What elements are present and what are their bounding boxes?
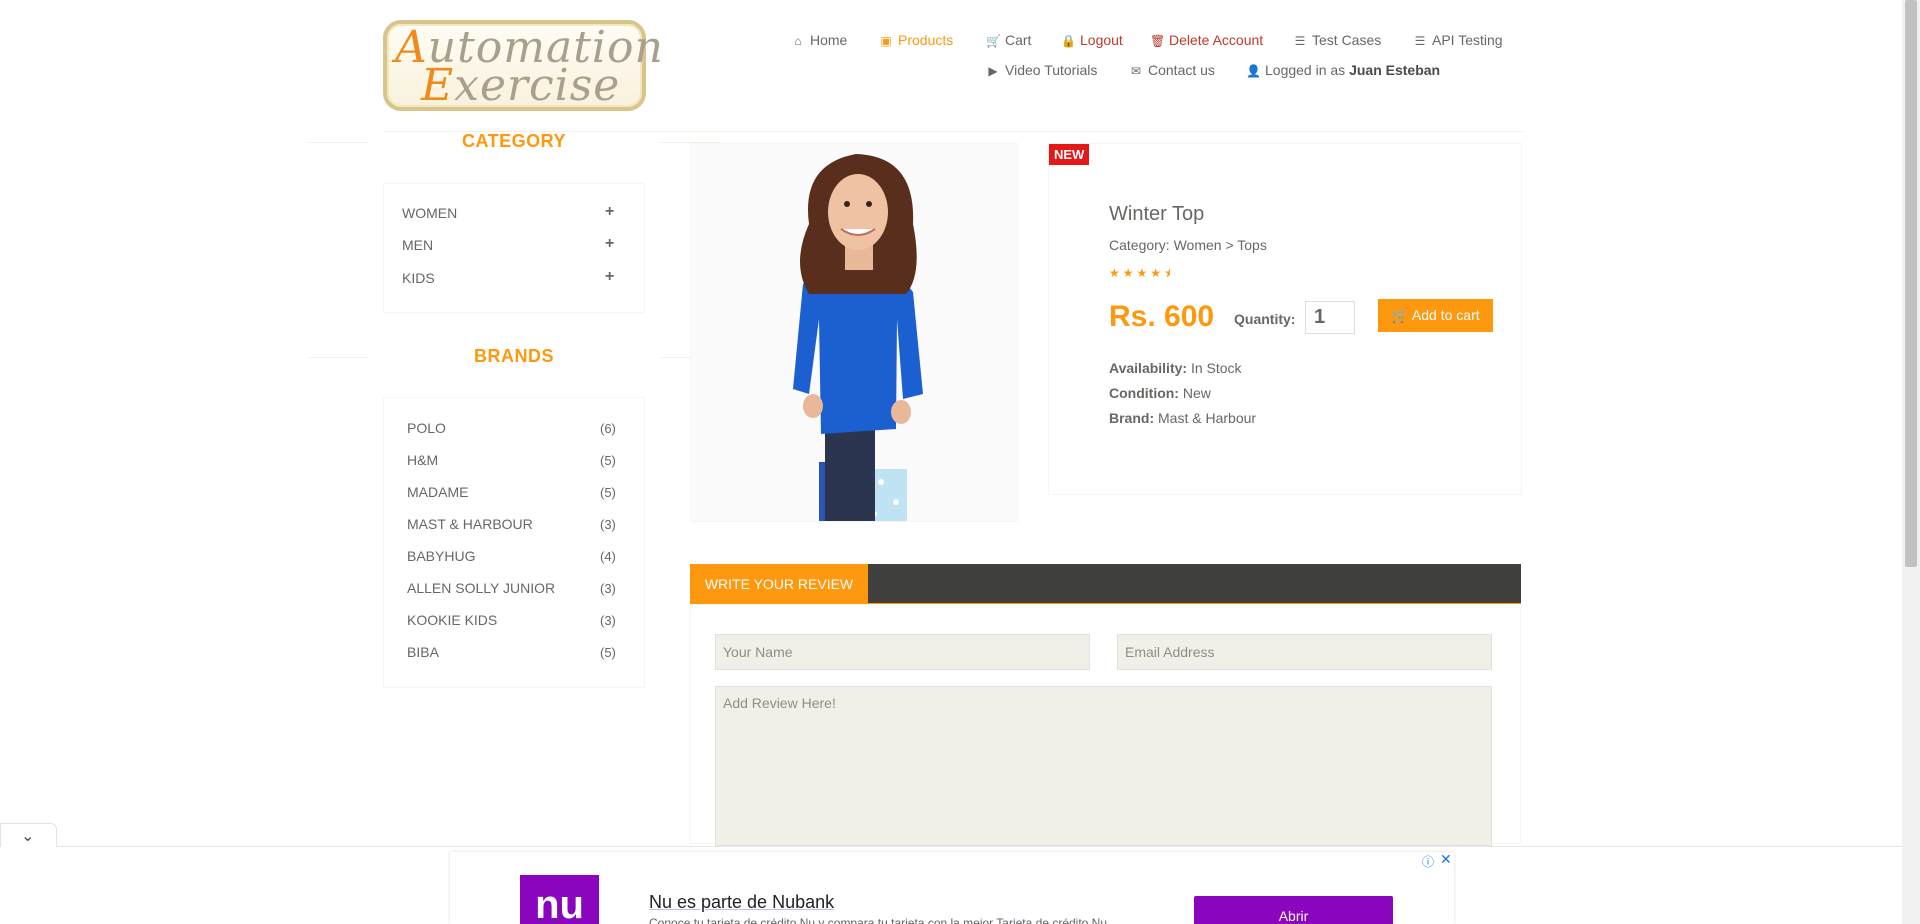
new-badge: NEW — [1049, 144, 1090, 165]
ad-frame[interactable]: nu Nu es parte de Nubank Conoce tu tarje… — [450, 852, 1454, 924]
product-photo — [793, 154, 923, 521]
star-icon: ★ — [1109, 266, 1123, 280]
ad-headline[interactable]: Nu es parte de Nubank — [649, 892, 834, 913]
nubank-logo: nu — [520, 875, 599, 924]
review-email-input[interactable] — [1117, 634, 1492, 670]
ad-collapse-toggle[interactable]: ⌄ — [0, 823, 57, 847]
star-icon: ★ — [1150, 266, 1165, 280]
brand-count: (5) — [600, 453, 616, 468]
logged-in-status: 👤 Logged in as Juan Esteban — [1246, 62, 1441, 78]
product-price: Rs. 600 — [1109, 300, 1215, 333]
category-women[interactable]: WOMEN — [402, 205, 457, 221]
product-name: Winter Top — [1109, 203, 1205, 225]
star-icon: ★ — [1122, 266, 1137, 280]
ad-close-icon[interactable]: ✕ — [1440, 851, 1452, 868]
quantity-input[interactable] — [1305, 301, 1355, 334]
list-icon: ☰ — [1294, 34, 1306, 48]
rating-stars: ★★★★⯨ — [1109, 264, 1173, 285]
chevron-down-icon: ⌄ — [21, 828, 35, 845]
category-kids[interactable]: KIDS — [402, 270, 435, 286]
nav-cart[interactable]: 🛒 Cart — [986, 31, 1031, 50]
nav-video-tutorials[interactable]: ▶ Video Tutorials — [986, 61, 1097, 80]
briefcase-icon: ▣ — [880, 34, 892, 48]
brand-biba[interactable]: BIBA — [407, 644, 439, 660]
expand-women-icon[interactable]: + — [605, 203, 614, 221]
brand-count: (5) — [600, 485, 616, 500]
site-logo[interactable]: Automation Exercise — [383, 20, 663, 111]
product-image — [690, 143, 1018, 522]
nav-test-cases[interactable]: ☰ Test Cases — [1293, 31, 1382, 50]
cart-icon: 🛒 — [986, 34, 1001, 48]
nav-api-testing[interactable]: ☰ API Testing — [1413, 31, 1503, 50]
lock-icon: 🔒 — [1061, 34, 1076, 48]
brand-hm[interactable]: H&M — [407, 452, 438, 468]
home-icon: ⌂ — [794, 34, 802, 48]
condition: Condition: New — [1109, 385, 1211, 401]
logged-in-username: Juan Esteban — [1349, 62, 1441, 78]
face — [828, 174, 888, 250]
brand-allen-solly-junior[interactable]: ALLEN SOLLY JUNIOR — [407, 580, 555, 596]
quantity-label: Quantity: — [1234, 311, 1296, 327]
brand-madame[interactable]: MADAME — [407, 484, 468, 500]
brand-count: (3) — [600, 517, 616, 532]
nav-products[interactable]: ▣ Products — [879, 31, 953, 50]
trash-icon: 🗑 — [1150, 34, 1166, 48]
category-men[interactable]: MEN — [402, 237, 433, 253]
nav-delete-account[interactable]: 🗑 Delete Account — [1150, 31, 1263, 50]
expand-kids-icon[interactable]: + — [605, 268, 614, 286]
review-text-area[interactable] — [715, 686, 1492, 846]
ad-open-button[interactable]: Abrir — [1194, 896, 1393, 924]
availability: Availability: In Stock — [1109, 360, 1242, 376]
product-category: Category: Women > Tops — [1109, 237, 1267, 253]
list-icon: ☰ — [1414, 34, 1426, 48]
brand-count: (3) — [600, 581, 616, 596]
envelope-icon: ✉ — [1130, 64, 1142, 78]
brand-babyhug[interactable]: BABYHUG — [407, 548, 475, 564]
brand-polo[interactable]: POLO — [407, 420, 446, 436]
scrollbar-thumb[interactable] — [1905, 0, 1917, 567]
brand-count: (6) — [600, 421, 616, 436]
brand-mast-harbour[interactable]: MAST & HARBOUR — [407, 516, 533, 532]
add-to-cart-button[interactable]: 🛒 Add to cart — [1378, 299, 1493, 332]
ad-subtext: Conoce tu tarjeta de crédito Nu y compar… — [649, 916, 1108, 924]
category-title: CATEGORY — [308, 131, 720, 152]
nav-contact-us[interactable]: ✉ Contact us — [1129, 61, 1215, 80]
review-name-input[interactable] — [715, 634, 1090, 670]
brand-count: (3) — [600, 613, 616, 628]
brand-kookie-kids[interactable]: KOOKIE KIDS — [407, 612, 497, 628]
brands-title: BRANDS — [308, 346, 720, 367]
expand-men-icon[interactable]: + — [605, 235, 614, 253]
user-icon: 👤 — [1246, 64, 1261, 78]
star-half-icon: ⯨ — [1164, 266, 1174, 280]
video-icon: ▶ — [988, 64, 998, 78]
ad-info-icon[interactable]: ⓘ — [1422, 853, 1434, 870]
tab-write-review[interactable]: WRITE YOUR REVIEW — [690, 564, 868, 604]
star-icon: ★ — [1136, 266, 1151, 280]
cart-icon: 🛒 — [1391, 307, 1409, 323]
brand: Brand: Mast & Harbour — [1109, 410, 1257, 426]
nav-home[interactable]: ⌂ Home — [791, 31, 847, 50]
brand-count: (5) — [600, 645, 616, 660]
nav-logout[interactable]: 🔒 Logout — [1061, 31, 1123, 50]
brand-count: (4) — [600, 549, 616, 564]
logo-word-2: xercise — [454, 60, 621, 111]
logo-initial-e: E — [421, 60, 455, 111]
